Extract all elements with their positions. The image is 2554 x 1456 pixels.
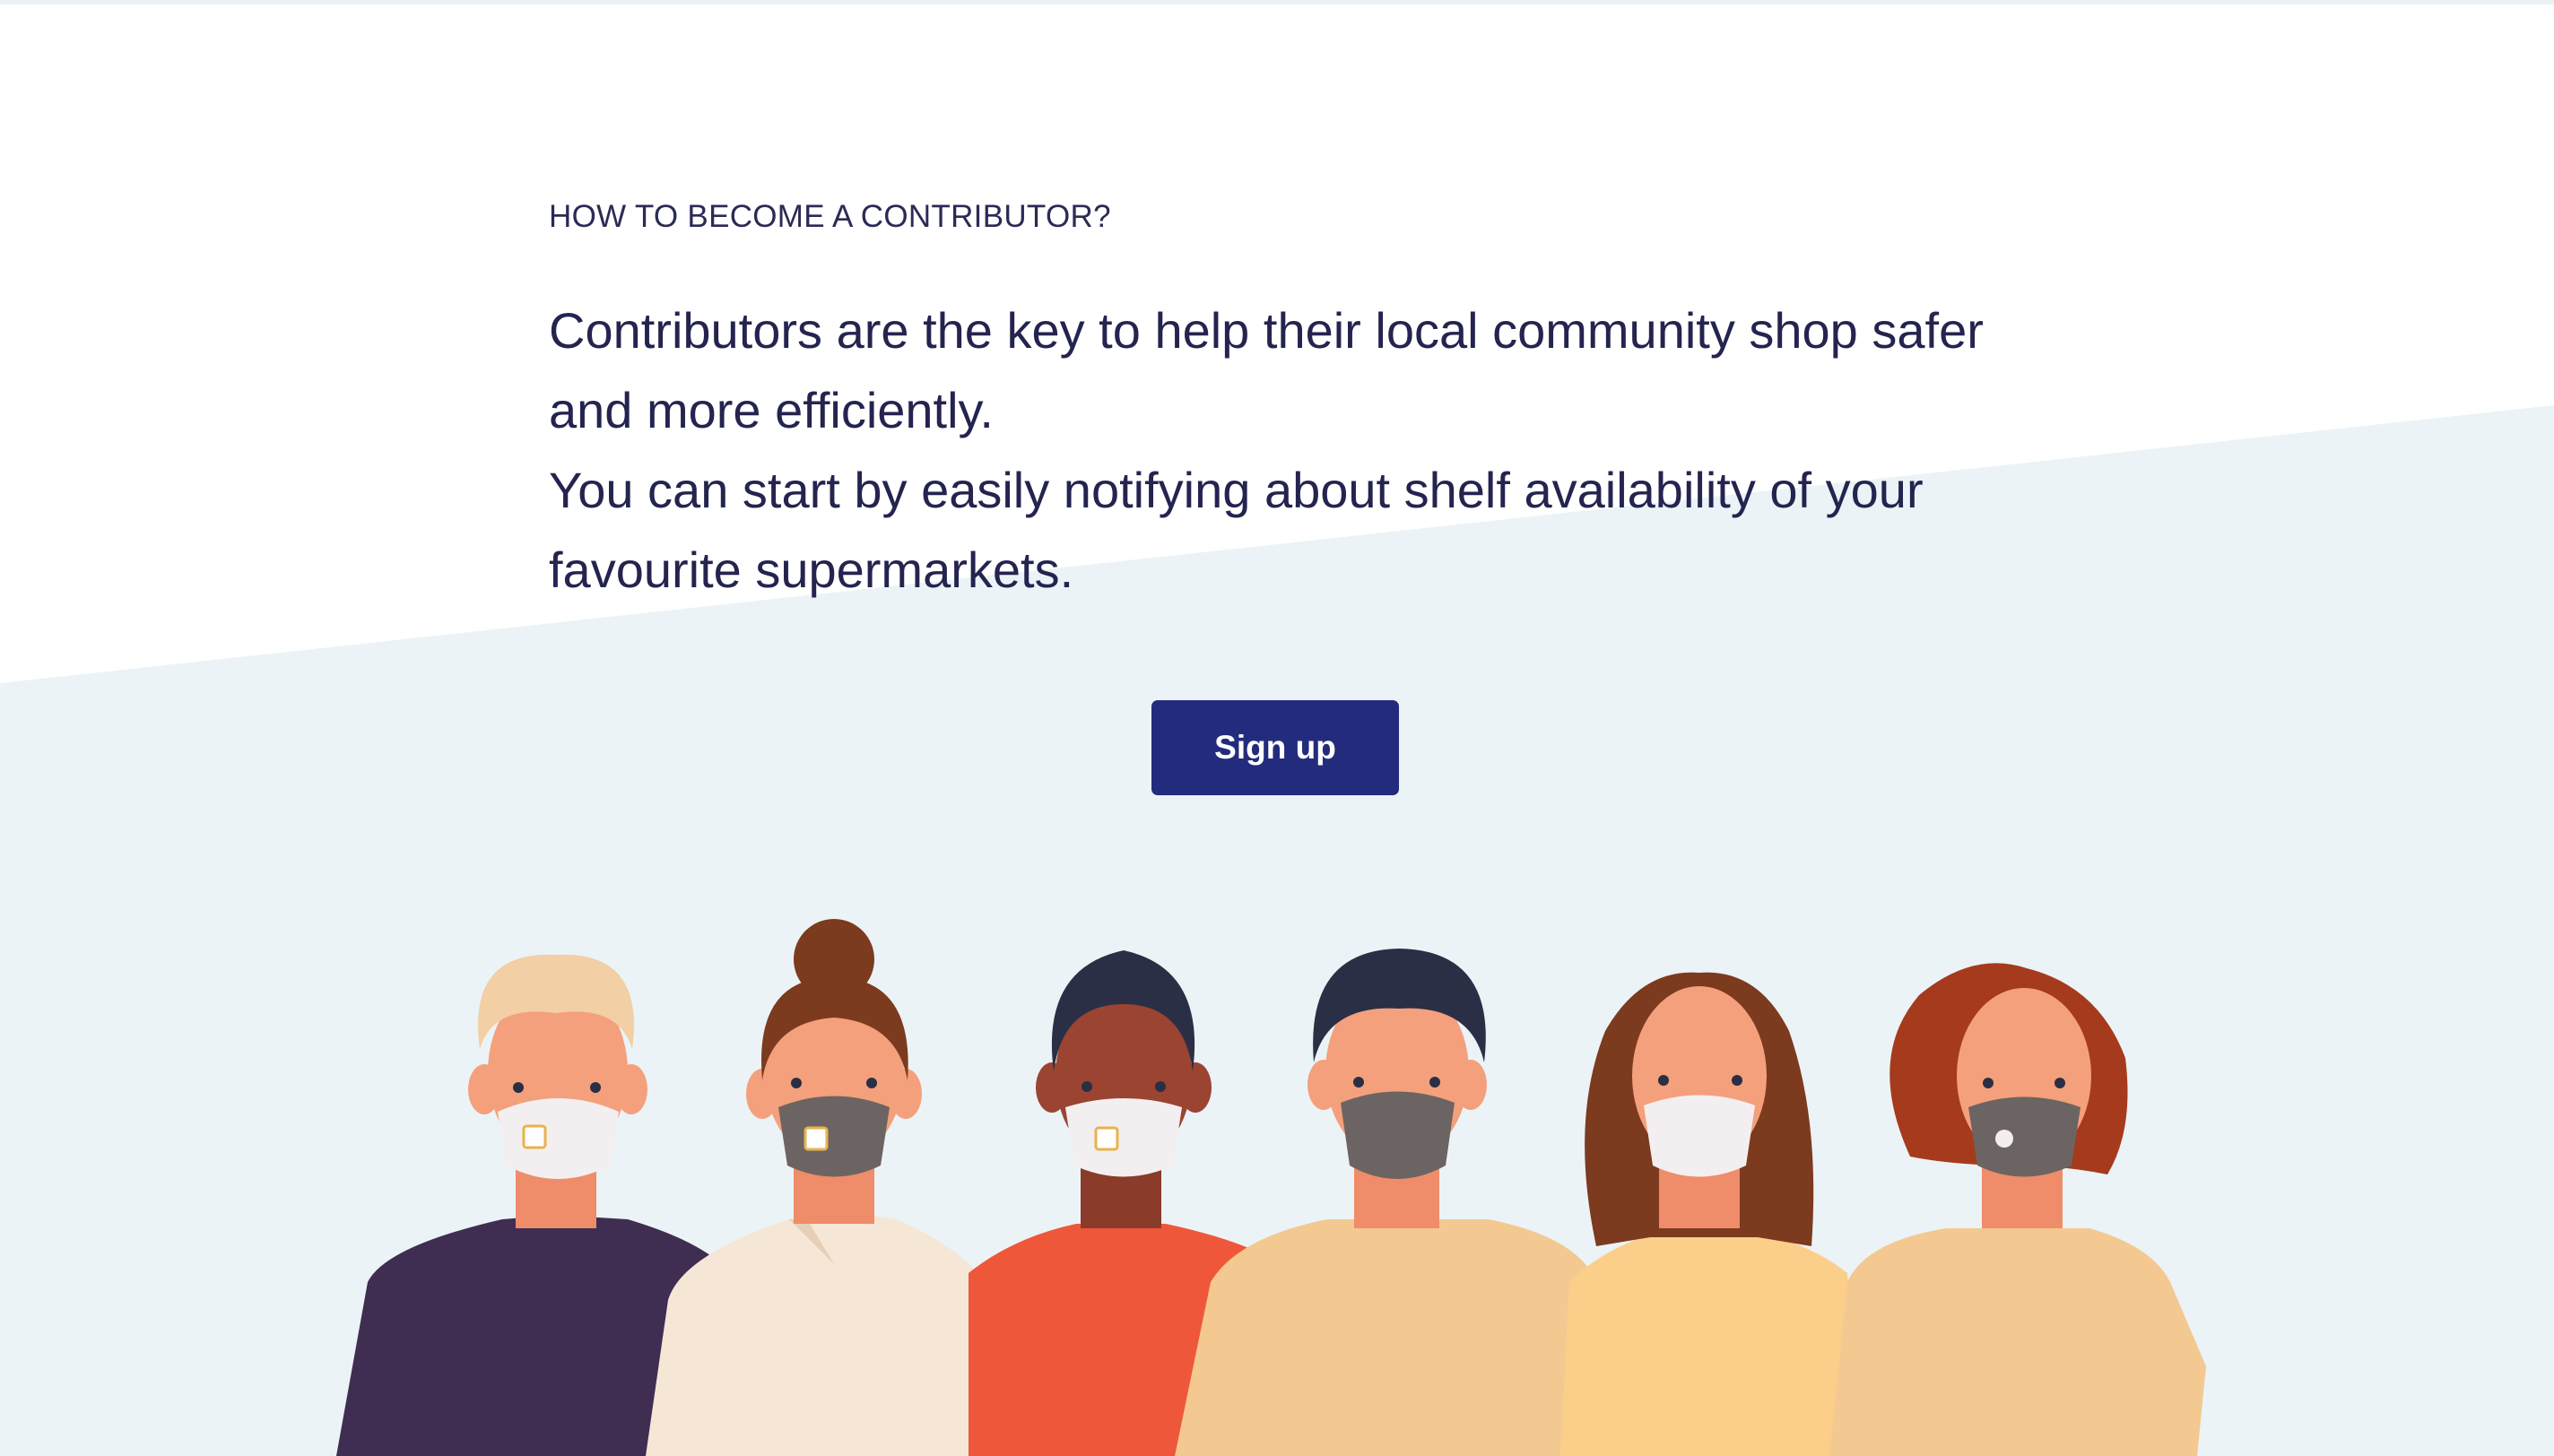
person-4 bbox=[1175, 949, 1623, 1456]
lead-line-1: Contributors are the key to help their l… bbox=[549, 302, 1984, 359]
person-5 bbox=[1560, 972, 1865, 1456]
person-2 bbox=[646, 919, 1013, 1456]
sign-up-button[interactable]: Sign up bbox=[1151, 700, 1399, 795]
section-eyebrow: HOW TO BECOME A CONTRIBUTOR? bbox=[549, 199, 1111, 234]
lead-line-4: favourite supermarkets. bbox=[549, 542, 1074, 598]
lead-line-2: and more efficiently. bbox=[549, 382, 994, 438]
masked-people-illustration bbox=[336, 919, 2206, 1456]
lead-line-3: You can start by easily notifying about … bbox=[549, 462, 1924, 518]
section-lead: Contributors are the key to help their l… bbox=[549, 290, 2020, 610]
person-6 bbox=[1829, 963, 2206, 1456]
